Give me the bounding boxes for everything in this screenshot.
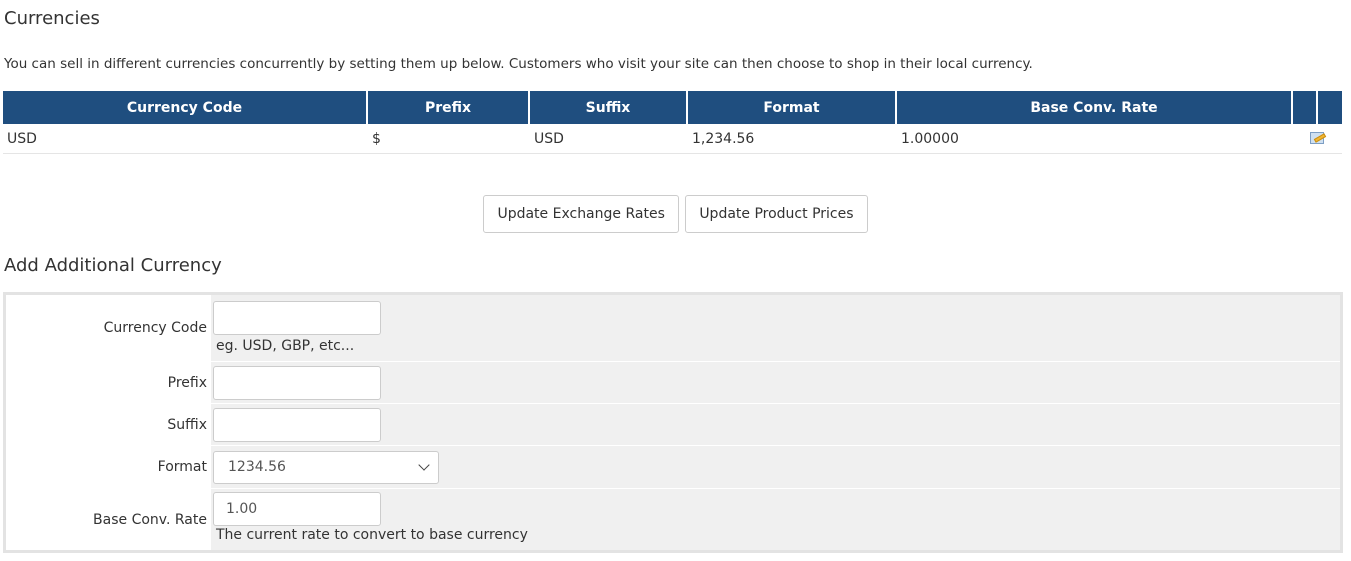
intro-text: You can sell in different currencies con… bbox=[4, 56, 1033, 72]
update-exchange-rates-button[interactable]: Update Exchange Rates bbox=[483, 195, 679, 233]
col-header-base-rate[interactable]: Base Conv. Rate bbox=[897, 91, 1293, 124]
col-header-currency-code[interactable]: Currency Code bbox=[3, 91, 368, 124]
currency-code-input[interactable] bbox=[213, 301, 381, 335]
update-product-prices-button[interactable]: Update Product Prices bbox=[685, 195, 868, 233]
base-rate-input[interactable] bbox=[213, 492, 381, 526]
col-header-action-1 bbox=[1293, 91, 1318, 124]
cell-suffix: USD bbox=[530, 124, 688, 154]
base-rate-label: Base Conv. Rate bbox=[6, 489, 211, 550]
add-currency-form: Currency Code eg. USD, GBP, etc... Prefi… bbox=[3, 292, 1343, 553]
base-rate-hint: The current rate to convert to base curr… bbox=[216, 527, 528, 543]
chevron-down-icon bbox=[418, 459, 430, 471]
table-header-row: Currency Code Prefix Suffix Format Base … bbox=[3, 91, 1342, 124]
edit-icon[interactable] bbox=[1309, 131, 1326, 145]
form-row-base-rate: Base Conv. Rate The current rate to conv… bbox=[6, 489, 1340, 550]
form-row-suffix: Suffix bbox=[6, 404, 1340, 446]
suffix-input[interactable] bbox=[213, 408, 381, 442]
currencies-table: Currency Code Prefix Suffix Format Base … bbox=[3, 91, 1342, 154]
page-title: Currencies bbox=[4, 8, 100, 29]
col-header-prefix[interactable]: Prefix bbox=[368, 91, 530, 124]
format-selected-value: 1234.56 bbox=[228, 459, 286, 475]
table-row: USD $ USD 1,234.56 1.00000 bbox=[3, 124, 1342, 154]
form-row-currency-code: Currency Code eg. USD, GBP, etc... bbox=[6, 295, 1340, 362]
form-row-prefix: Prefix bbox=[6, 362, 1340, 404]
format-select[interactable]: 1234.56 bbox=[213, 451, 439, 484]
cell-currency-code: USD bbox=[3, 124, 368, 154]
col-header-suffix[interactable]: Suffix bbox=[530, 91, 688, 124]
add-currency-title: Add Additional Currency bbox=[4, 255, 222, 276]
cell-format: 1,234.56 bbox=[688, 124, 897, 154]
col-header-action-2 bbox=[1318, 91, 1342, 124]
currency-code-hint: eg. USD, GBP, etc... bbox=[216, 338, 355, 354]
action-buttons: Update Exchange Rates Update Product Pri… bbox=[0, 195, 1351, 233]
currency-code-label: Currency Code bbox=[6, 295, 211, 361]
col-header-format[interactable]: Format bbox=[688, 91, 897, 124]
format-label: Format bbox=[6, 446, 211, 488]
suffix-label: Suffix bbox=[6, 404, 211, 445]
cell-prefix: $ bbox=[368, 124, 530, 154]
prefix-input[interactable] bbox=[213, 366, 381, 400]
prefix-label: Prefix bbox=[6, 362, 211, 403]
form-row-format: Format 1234.56 bbox=[6, 446, 1340, 489]
cell-actions bbox=[1293, 124, 1342, 154]
cell-base-rate: 1.00000 bbox=[897, 124, 1293, 154]
